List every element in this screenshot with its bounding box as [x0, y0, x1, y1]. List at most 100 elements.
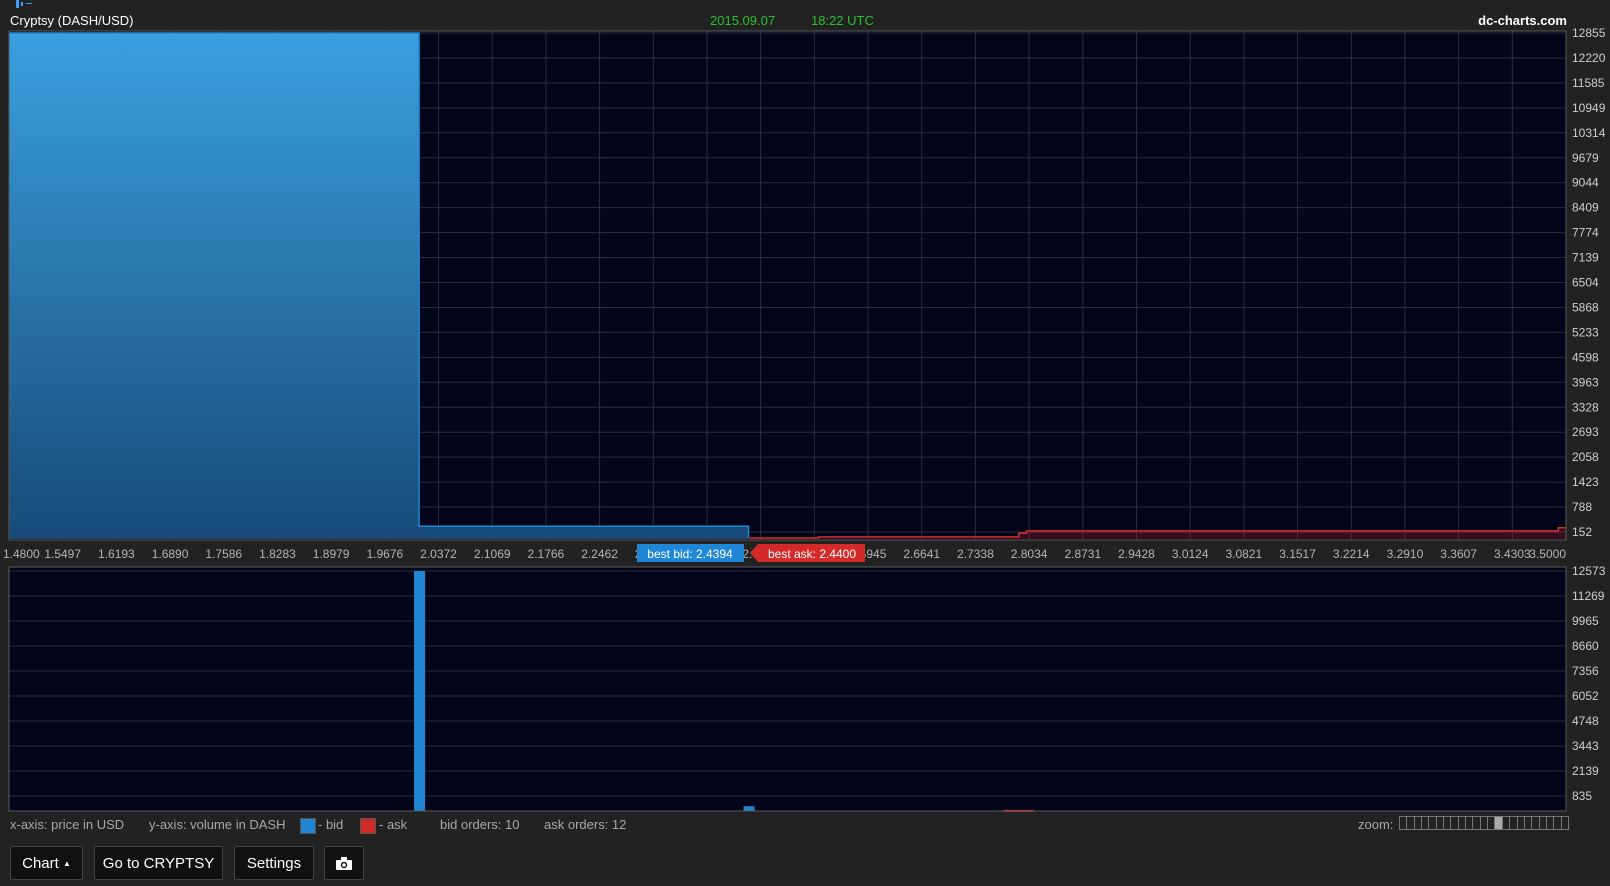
volume-y-tick-label: 9965 — [1572, 614, 1599, 628]
y-tick-label: 2058 — [1572, 450, 1599, 464]
volume-y-tick-label: 11269 — [1572, 589, 1605, 603]
chart-footer: x-axis: price in USD y-axis: volume in D… — [0, 815, 1610, 835]
y-tick-label: 10314 — [1572, 126, 1606, 140]
bid-legend-label: - bid — [318, 817, 344, 832]
zoom-segment[interactable] — [1407, 817, 1415, 829]
camera-icon — [336, 857, 352, 870]
x-tick-label: 1.6193 — [98, 547, 135, 561]
zoom-segment[interactable] — [1437, 817, 1445, 829]
zoom-segment[interactable] — [1444, 817, 1452, 829]
x-tick-label: 1.6890 — [152, 547, 189, 561]
zoom-segment[interactable] — [1562, 817, 1568, 829]
y-tick-label: 7139 — [1572, 251, 1599, 265]
zoom-segment[interactable] — [1459, 817, 1467, 829]
best-bid-label: best bid: 2.4394 — [647, 547, 733, 561]
x-tick-label: 3.0124 — [1172, 547, 1209, 561]
settings-button[interactable]: Settings — [234, 846, 314, 880]
zoom-segment[interactable] — [1422, 817, 1430, 829]
x-tick-label: 3.4303 — [1494, 547, 1531, 561]
x-tick-label: 1.9676 — [366, 547, 403, 561]
x-tick-label: 1.7586 — [205, 547, 242, 561]
y-tick-label: 152 — [1572, 525, 1592, 539]
x-tick-label: 3.5000 — [1529, 547, 1566, 561]
y-tick-label: 10949 — [1572, 101, 1606, 115]
bid-orders-count: bid orders: 10 — [440, 817, 520, 832]
x-tick-label: 2.7338 — [957, 547, 994, 561]
y-tick-label: 12855 — [1572, 26, 1606, 40]
zoom-segment[interactable] — [1525, 817, 1533, 829]
y-tick-label: 4598 — [1572, 350, 1599, 364]
ask-legend-label: - ask — [379, 817, 408, 832]
zoom-segment[interactable] — [1400, 817, 1408, 829]
y-tick-label: 11585 — [1572, 76, 1605, 90]
x-tick-label: 2.9428 — [1118, 547, 1155, 561]
x-tick-label: 2.2462 — [581, 547, 618, 561]
y-tick-label: 2693 — [1572, 425, 1599, 439]
y-tick-label: 8409 — [1572, 201, 1599, 215]
zoom-segment[interactable] — [1510, 817, 1518, 829]
zoom-segment[interactable] — [1451, 817, 1459, 829]
zoom-slider[interactable] — [1399, 816, 1569, 830]
y-tick-label: 6504 — [1572, 276, 1599, 290]
zoom-segment[interactable] — [1532, 817, 1540, 829]
y-tick-label: 5868 — [1572, 300, 1599, 314]
bid-legend-swatch — [300, 818, 316, 834]
x-tick-label: 3.2910 — [1387, 547, 1424, 561]
zoom-segment[interactable] — [1547, 817, 1555, 829]
volume-y-tick-label: 3443 — [1572, 739, 1599, 753]
go-to-exchange-button[interactable]: Go to CRYPTSY — [94, 846, 223, 880]
zoom-segment[interactable] — [1518, 817, 1525, 829]
x-tick-label: 2.8034 — [1011, 547, 1048, 561]
zoom-segment[interactable] — [1488, 817, 1496, 829]
screenshot-button[interactable] — [324, 846, 364, 880]
volume-y-tick-label: 7356 — [1572, 664, 1599, 678]
zoom-segment[interactable] — [1429, 817, 1437, 829]
depth-chart[interactable]: 1.4800 1.5497 1.6193 1.6890 1.7586 1.8283 1.89… — [0, 0, 1610, 815]
y-tick-label: 3963 — [1572, 375, 1599, 389]
y-tick-label: 7774 — [1572, 226, 1599, 240]
x-tick-label: 2.6641 — [903, 547, 940, 561]
volume-y-tick-label: 12573 — [1572, 564, 1606, 578]
x-tick-label: 2.0372 — [420, 547, 457, 561]
x-tick-label: 3.2214 — [1333, 547, 1370, 561]
y-tick-label: 5233 — [1572, 325, 1599, 339]
y-axis-info: y-axis: volume in DASH — [149, 817, 286, 832]
x-tick-label: 1.8283 — [259, 547, 296, 561]
x-tick-label: 3.3607 — [1440, 547, 1477, 561]
zoom-segment[interactable] — [1473, 817, 1481, 829]
x-tick-label: 1.4800 — [3, 547, 40, 561]
x-tick-label: 2.1069 — [474, 547, 511, 561]
volume-y-tick-label: 8660 — [1572, 639, 1599, 653]
x-tick-label: 3.0821 — [1226, 547, 1263, 561]
y-tick-label: 12220 — [1572, 51, 1606, 65]
ask-legend-swatch — [360, 818, 376, 834]
y-tick-label: 9679 — [1572, 151, 1599, 165]
zoom-segment[interactable] — [1481, 817, 1489, 829]
volume-y-tick-label: 4748 — [1572, 714, 1599, 728]
ask-orders-count: ask orders: 12 — [544, 817, 627, 832]
y-tick-label: 3328 — [1572, 400, 1599, 414]
zoom-segment[interactable] — [1466, 817, 1474, 829]
y-tick-label: 1423 — [1572, 475, 1599, 489]
volume-y-tick-label: 835 — [1572, 789, 1592, 803]
best-ask-label: best ask: 2.4400 — [768, 547, 856, 561]
zoom-segment[interactable] — [1503, 817, 1511, 829]
zoom-segment[interactable] — [1415, 817, 1423, 829]
chart-menu-label: Chart — [22, 855, 59, 872]
zoom-label: zoom: — [1358, 817, 1394, 832]
zoom-segment[interactable] — [1554, 817, 1562, 829]
x-tick-label: 2.8731 — [1064, 547, 1101, 561]
volume-y-tick-label: 6052 — [1572, 689, 1599, 703]
chart-menu-button[interactable]: Chart ▲ — [10, 846, 83, 880]
x-tick-label: 3.1517 — [1279, 547, 1316, 561]
bid-volume-bar — [414, 571, 426, 811]
zoom-segment[interactable] — [1495, 817, 1503, 829]
x-tick-label: 2.1766 — [528, 547, 565, 561]
zoom-segment[interactable] — [1540, 817, 1547, 829]
x-axis-info: x-axis: price in USD — [10, 817, 125, 832]
caret-up-icon: ▲ — [62, 859, 71, 868]
x-tick-label: 1.8979 — [313, 547, 350, 561]
y-tick-label: 9044 — [1572, 176, 1599, 190]
x-tick-label: 1.5497 — [44, 547, 81, 561]
y-tick-label: 788 — [1572, 500, 1592, 514]
